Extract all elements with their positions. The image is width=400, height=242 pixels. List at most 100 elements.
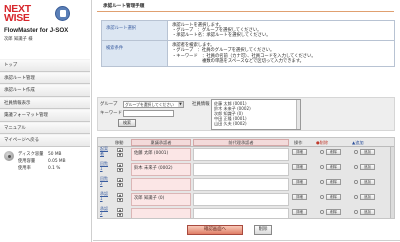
sidebar: NEXT WISE FlowMaster for J-SOX 次郎 知識子 様 … [0, 0, 92, 242]
logo-line-2: WISE [4, 12, 30, 24]
instruction-row: 検索条件 承認者を検索します。 ・グループ ：社員のグループを選択してください。… [101, 40, 395, 67]
approver-cell[interactable] [131, 208, 191, 218]
delete-radio[interactable] [320, 195, 324, 199]
table-row: 承認1 ▲ ▼ 次郎 知識子 (0) 詳細 削除 追加 [98, 191, 394, 207]
disk-capacity: ディスク容量 50 MB [18, 151, 62, 157]
instruction-row: 承認ルート選択 承認ルートを選択します。 ・グループ ：グループを選択してくださ… [101, 19, 395, 42]
detail-button[interactable]: 詳細 [292, 164, 307, 170]
row-number[interactable]: 回覧1 [100, 161, 109, 171]
delete-row-button[interactable]: 削除 [326, 164, 341, 170]
employee-list-scrollbar[interactable] [296, 100, 300, 129]
row-move-controls: ▲ ▼ [117, 163, 123, 173]
sidebar-item-manual[interactable]: マニュアル [0, 121, 90, 134]
detail-button[interactable]: 詳細 [292, 149, 307, 155]
move-up-icon[interactable]: ▲ [117, 163, 123, 167]
sidebar-nav: トップ 承認ルート管理 承認ルート作成 社員情報表示 稟議フォーマット管理 マニ… [0, 59, 90, 147]
add-radio[interactable] [354, 180, 358, 184]
footer-divider [93, 240, 400, 241]
disk-used-value: 0.05 MB [48, 159, 66, 164]
sidebar-divider [91, 0, 92, 242]
approver-cell[interactable]: 鈴木 未来子 (0002) [131, 163, 191, 176]
sidebar-item-route-management[interactable]: 承認ルート管理 [0, 71, 90, 84]
add-radio[interactable] [354, 150, 358, 154]
main-content: 承認ルート管理手順 承認ルート選択 承認ルートを選択します。 ・グループ ：グル… [93, 0, 400, 242]
attention-cell[interactable] [193, 148, 289, 161]
delete-radio[interactable] [320, 150, 324, 154]
instruction-body: 承認ルートを選択します。 ・グループ ：グループを選択してください。 ・承認ルー… [167, 19, 395, 42]
add-row-button[interactable]: 追加 [360, 209, 375, 215]
grid-header: 移動 稟議承認者 前代理承認者 操作 ●削除 ▲追加 [98, 138, 394, 147]
disk-used-label: 使用容量 [18, 159, 36, 164]
add-row-button[interactable]: 追加 [360, 194, 375, 200]
move-down-icon[interactable]: ▼ [117, 198, 123, 202]
confirm-button[interactable]: 確認画面へ [187, 225, 243, 235]
page-title: 承認ルート管理手順 [103, 4, 145, 9]
disk-usage: ディスク容量 50 MB 使用容量 0.05 MB 使用率 0.1 % [4, 151, 90, 177]
row-move-controls: ▲ ▼ [117, 193, 123, 203]
delete-radio[interactable] [320, 180, 324, 184]
row-number[interactable]: 起案者 [100, 146, 109, 156]
sidebar-item-route-create[interactable]: 承認ルート作成 [0, 84, 90, 97]
delete-row-button[interactable]: 削除 [326, 179, 341, 185]
keyword-input[interactable] [123, 110, 174, 117]
sidebar-item-employee-info[interactable]: 社員情報表示 [0, 96, 90, 109]
row-number[interactable]: 回覧2 [100, 176, 109, 186]
delete-row-button[interactable]: 削除 [326, 194, 341, 200]
employee-option[interactable]: 山田 久夫 (0002) [214, 121, 298, 126]
attention-cell[interactable] [193, 208, 289, 218]
employee-list[interactable]: 佐藤 太郎 (0001) 鈴木 未来子 (0002) 次郎 知識子 (0) 中田… [211, 99, 301, 130]
table-row: 回覧2 ▲ ▼ 詳細 削除 追加 [98, 176, 394, 192]
add-row-button[interactable]: 追加 [360, 149, 375, 155]
delete-radio[interactable] [320, 210, 324, 214]
attention-cell[interactable] [193, 193, 289, 206]
move-down-icon[interactable]: ▼ [117, 153, 123, 157]
attention-cell[interactable] [193, 178, 289, 191]
move-down-icon[interactable]: ▼ [117, 183, 123, 187]
approver-cell[interactable]: 次郎 知識子 (0) [131, 193, 191, 206]
row-move-controls: ▲ ▼ [117, 208, 123, 218]
instruction-line: 複数の単語をスペースなどで区切って入力できます。 [172, 58, 304, 64]
sidebar-item-mypage[interactable]: マイページへ戻る [0, 134, 90, 147]
delete-radio[interactable] [320, 165, 324, 169]
detail-button[interactable]: 詳細 [292, 209, 307, 215]
delete-route-button[interactable]: 削除 [254, 225, 272, 235]
add-radio[interactable] [354, 195, 358, 199]
user-name: 次郎 知識子 様 [4, 37, 33, 42]
search-button[interactable]: 検索 [118, 119, 136, 127]
row-number[interactable]: 承認2 [100, 206, 109, 216]
group-select[interactable]: グループを選択してください [123, 101, 184, 108]
logo-text: NEXT WISE [4, 4, 31, 24]
grid-scrollbar[interactable] [390, 147, 394, 218]
delete-row-button[interactable]: 削除 [326, 209, 341, 215]
add-row-button[interactable]: 追加 [360, 179, 375, 185]
header-approver: 稟議承認者 [131, 139, 191, 146]
sidebar-item-top[interactable]: トップ [0, 59, 90, 72]
detail-button[interactable]: 詳細 [292, 194, 307, 200]
add-radio[interactable] [354, 165, 358, 169]
keyword-label: キーワード [100, 111, 122, 116]
attention-cell[interactable] [193, 163, 289, 176]
instruction-heading: 承認ルート選択 [101, 19, 168, 42]
move-up-icon[interactable]: ▲ [117, 148, 123, 152]
approver-cell[interactable]: 佐藤 太郎 (0001) [131, 148, 191, 161]
title-divider [97, 11, 394, 12]
approver-cell[interactable] [131, 178, 191, 191]
disk-rate: 使用率 0.1 % [18, 165, 60, 171]
add-radio[interactable] [354, 210, 358, 214]
detail-button[interactable]: 詳細 [292, 179, 307, 185]
header-move: 移動 [115, 140, 124, 145]
delete-row-button[interactable]: 削除 [326, 149, 341, 155]
row-number[interactable]: 承認1 [100, 191, 109, 201]
add-row-button[interactable]: 追加 [360, 164, 375, 170]
move-up-icon[interactable]: ▲ [117, 208, 123, 212]
move-down-icon[interactable]: ▼ [117, 213, 123, 217]
document-badge-icon [55, 6, 70, 21]
move-up-icon[interactable]: ▲ [117, 193, 123, 197]
move-up-icon[interactable]: ▲ [117, 178, 123, 182]
header-attention: 前代理承認者 [193, 139, 289, 146]
header-add: ▲追加 [352, 140, 364, 145]
sidebar-item-format-management[interactable]: 稟議フォーマット管理 [0, 109, 90, 122]
move-down-icon[interactable]: ▼ [117, 168, 123, 172]
search-panel: グループ グループを選択してください キーワード 検索 社員情報 佐藤 太郎 (… [97, 97, 395, 131]
row-move-controls: ▲ ▼ [117, 178, 123, 188]
